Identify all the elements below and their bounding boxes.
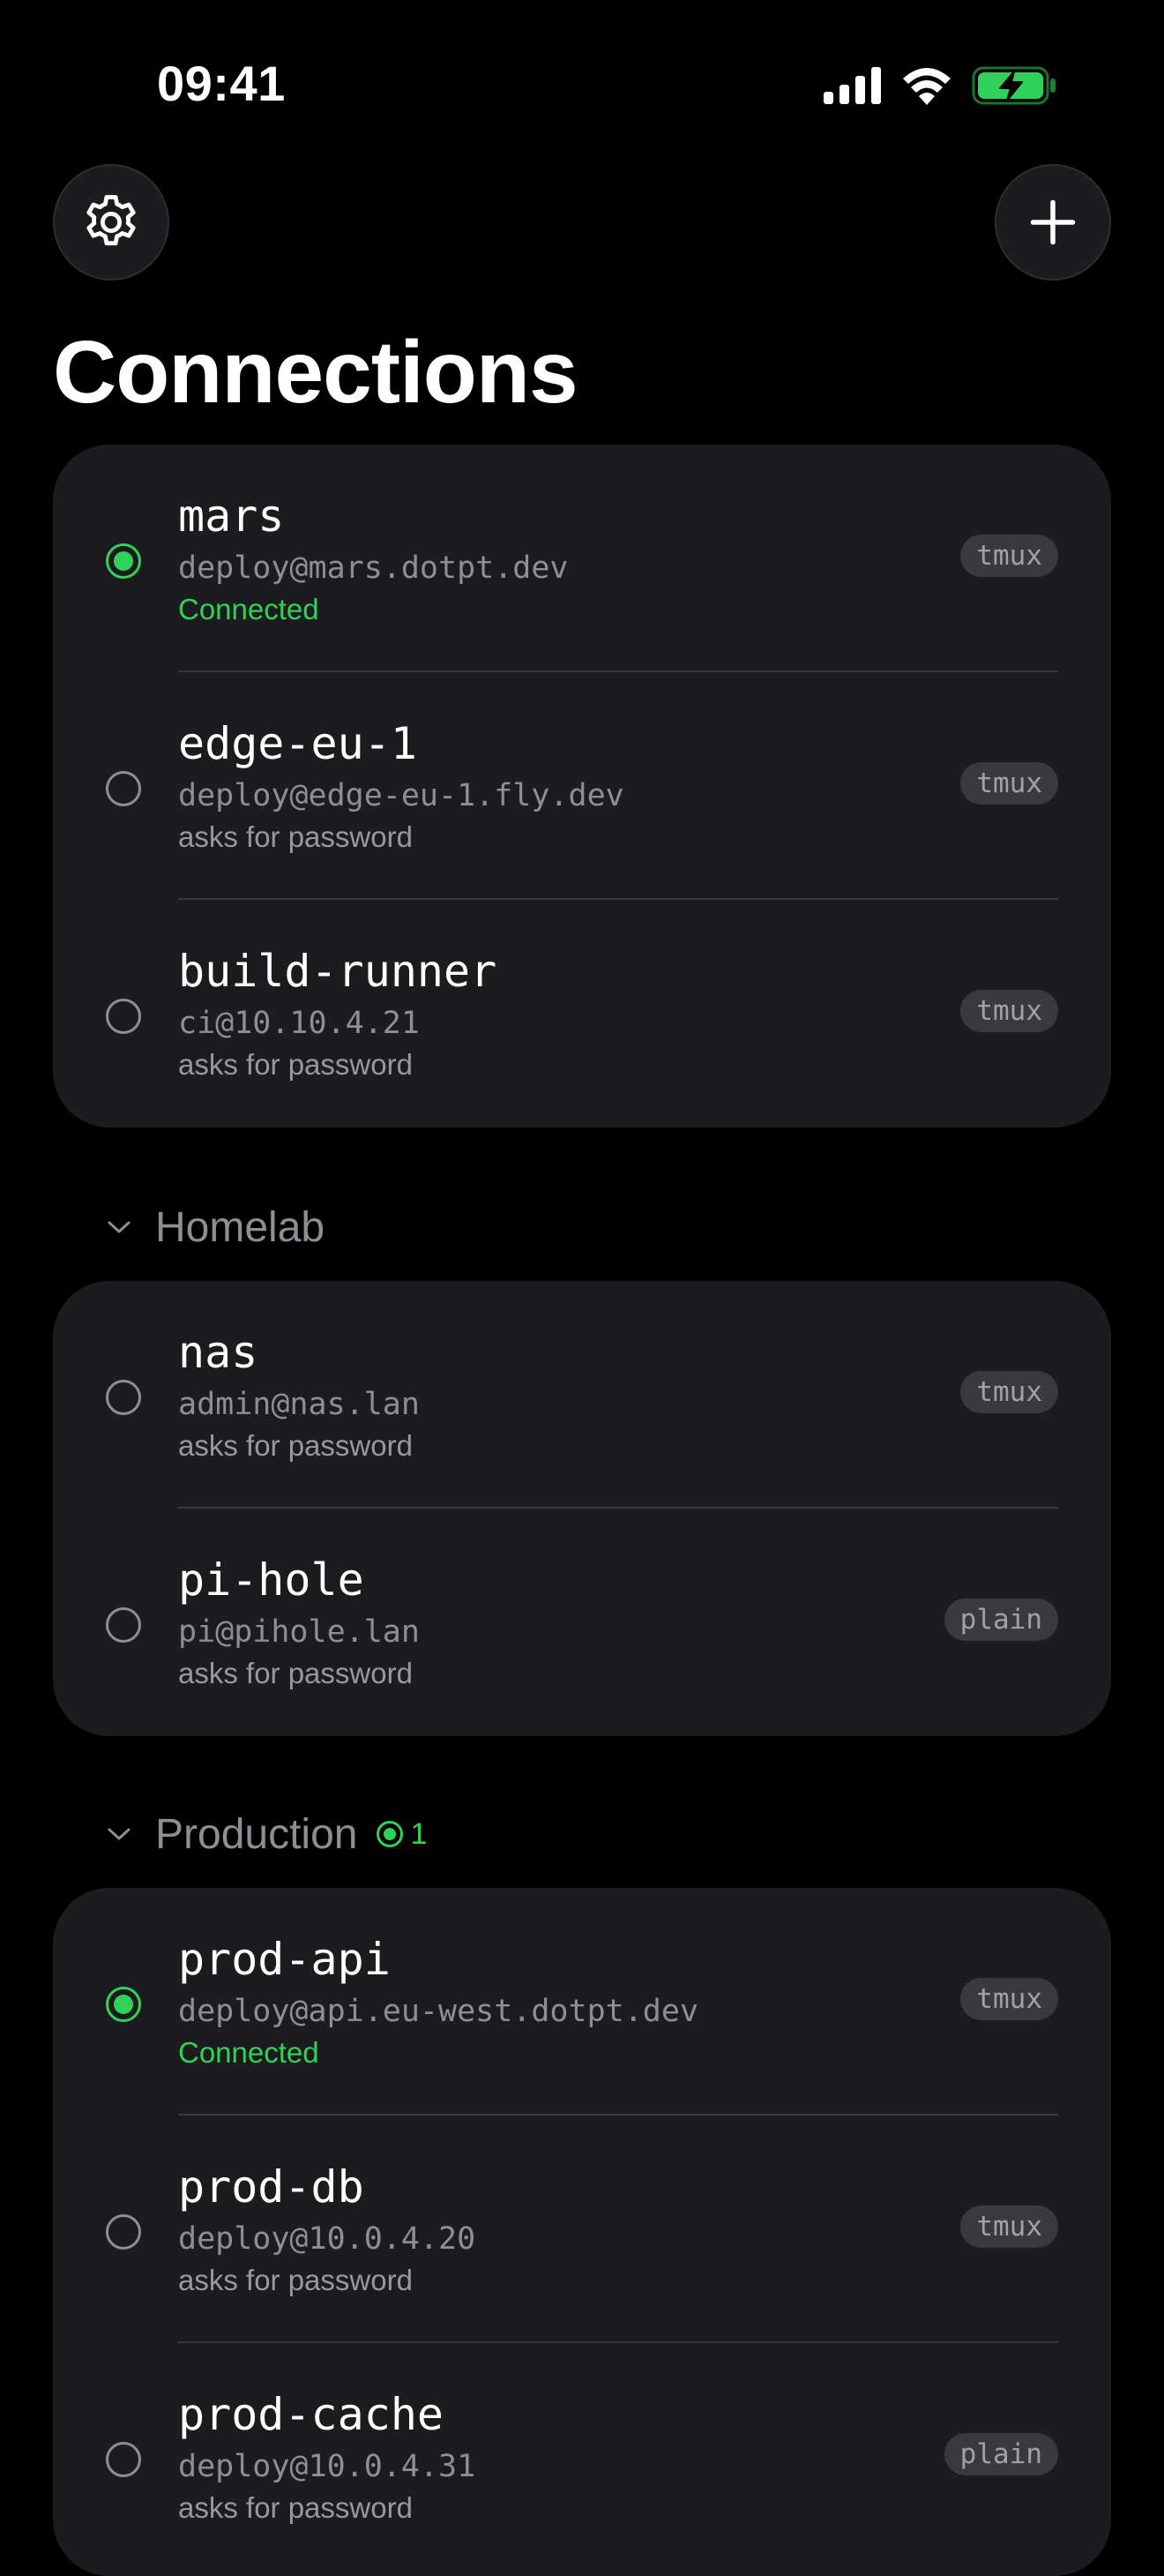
host-address: deploy@10.0.4.31 bbox=[178, 2449, 476, 2484]
connected-indicator-icon bbox=[106, 543, 141, 579]
host-name: mars bbox=[178, 490, 285, 542]
page-title: Connections bbox=[53, 323, 578, 422]
session-tag: plain bbox=[944, 2433, 1058, 2475]
status-icons bbox=[824, 64, 1058, 108]
add-connection-button[interactable] bbox=[995, 164, 1111, 281]
session-tag: tmux bbox=[960, 990, 1058, 1032]
host-name: prod-db bbox=[178, 2161, 364, 2213]
cellular-signal-icon bbox=[824, 67, 881, 104]
disconnected-indicator-icon bbox=[106, 2214, 141, 2250]
plus-icon bbox=[1030, 199, 1076, 245]
group-label: Homelab bbox=[155, 1203, 325, 1251]
status-bar: 09:41 bbox=[0, 0, 1164, 168]
battery-charging-icon bbox=[972, 66, 1056, 105]
chevron-down-icon bbox=[106, 1825, 138, 1843]
host-address: deploy@mars.dotpt.dev bbox=[178, 550, 569, 586]
disconnected-indicator-icon bbox=[106, 2442, 141, 2477]
connection-row-edge-eu-1[interactable]: edge-eu-1 deploy@edge-eu-1.fly.dev asks … bbox=[53, 672, 1111, 900]
host-status: asks for password bbox=[178, 1048, 413, 1081]
connected-count-badge: 1 bbox=[377, 1817, 427, 1852]
connected-indicator-icon bbox=[106, 1987, 141, 2022]
connected-dot-icon bbox=[377, 1821, 404, 1847]
connection-row-prod-cache[interactable]: prod-cache deploy@10.0.4.31 asks for pas… bbox=[53, 2343, 1111, 2571]
connections-card-ungrouped: mars deploy@mars.dotpt.dev Connected tmu… bbox=[53, 445, 1111, 1127]
host-address: ci@10.10.4.21 bbox=[178, 1006, 420, 1041]
disconnected-indicator-icon bbox=[106, 1380, 141, 1415]
connection-row-nas[interactable]: nas admin@nas.lan asks for password tmux bbox=[53, 1281, 1111, 1509]
host-status: asks for password bbox=[178, 820, 413, 853]
group-header-production[interactable]: Production 1 bbox=[106, 1803, 427, 1865]
connection-row-prod-api[interactable]: prod-api deploy@api.eu-west.dotpt.dev Co… bbox=[53, 1888, 1111, 2115]
host-name: prod-api bbox=[178, 1934, 391, 1985]
host-address: deploy@api.eu-west.dotpt.dev bbox=[178, 1994, 699, 2029]
host-status: Connected bbox=[178, 593, 319, 625]
connection-row-pi-hole[interactable]: pi-hole pi@pihole.lan asks for password … bbox=[53, 1509, 1111, 1736]
host-name: build-runner bbox=[178, 946, 497, 997]
group-header-homelab[interactable]: Homelab bbox=[106, 1196, 325, 1258]
connection-row-build-runner[interactable]: build-runner ci@10.10.4.21 asks for pass… bbox=[53, 900, 1111, 1127]
session-tag: tmux bbox=[960, 535, 1058, 577]
disconnected-indicator-icon bbox=[106, 999, 141, 1034]
session-tag: plain bbox=[944, 1599, 1058, 1641]
session-tag: tmux bbox=[960, 1978, 1058, 2020]
status-time: 09:41 bbox=[157, 56, 286, 111]
connection-row-mars[interactable]: mars deploy@mars.dotpt.dev Connected tmu… bbox=[53, 445, 1111, 672]
host-status: asks for password bbox=[178, 2264, 413, 2296]
connections-card-production: prod-api deploy@api.eu-west.dotpt.dev Co… bbox=[53, 1888, 1111, 2576]
host-address: admin@nas.lan bbox=[178, 1387, 420, 1422]
session-tag: tmux bbox=[960, 1371, 1058, 1413]
session-tag: tmux bbox=[960, 762, 1058, 805]
wifi-icon bbox=[903, 68, 951, 105]
host-name: prod-cache bbox=[178, 2389, 444, 2440]
host-name: pi-hole bbox=[178, 1554, 364, 1606]
host-name: edge-eu-1 bbox=[178, 718, 417, 769]
disconnected-indicator-icon bbox=[106, 771, 141, 806]
session-tag: tmux bbox=[960, 2205, 1058, 2248]
host-name: nas bbox=[178, 1327, 258, 1378]
host-status: asks for password bbox=[178, 2491, 413, 2524]
connected-count: 1 bbox=[410, 1816, 428, 1851]
chevron-down-icon bbox=[106, 1218, 138, 1236]
host-address: deploy@10.0.4.20 bbox=[178, 2221, 476, 2257]
host-address: deploy@edge-eu-1.fly.dev bbox=[178, 778, 624, 813]
host-status: Connected bbox=[178, 2036, 319, 2069]
gear-icon bbox=[86, 195, 136, 246]
connection-row-prod-db[interactable]: prod-db deploy@10.0.4.20 asks for passwo… bbox=[53, 2115, 1111, 2343]
settings-button[interactable] bbox=[53, 164, 169, 281]
group-label: Production bbox=[155, 1810, 358, 1858]
disconnected-indicator-icon bbox=[106, 1607, 141, 1643]
host-status: asks for password bbox=[178, 1657, 413, 1689]
host-status: asks for password bbox=[178, 1429, 413, 1462]
host-address: pi@pihole.lan bbox=[178, 1614, 420, 1650]
connections-card-homelab: nas admin@nas.lan asks for password tmux… bbox=[53, 1281, 1111, 1736]
